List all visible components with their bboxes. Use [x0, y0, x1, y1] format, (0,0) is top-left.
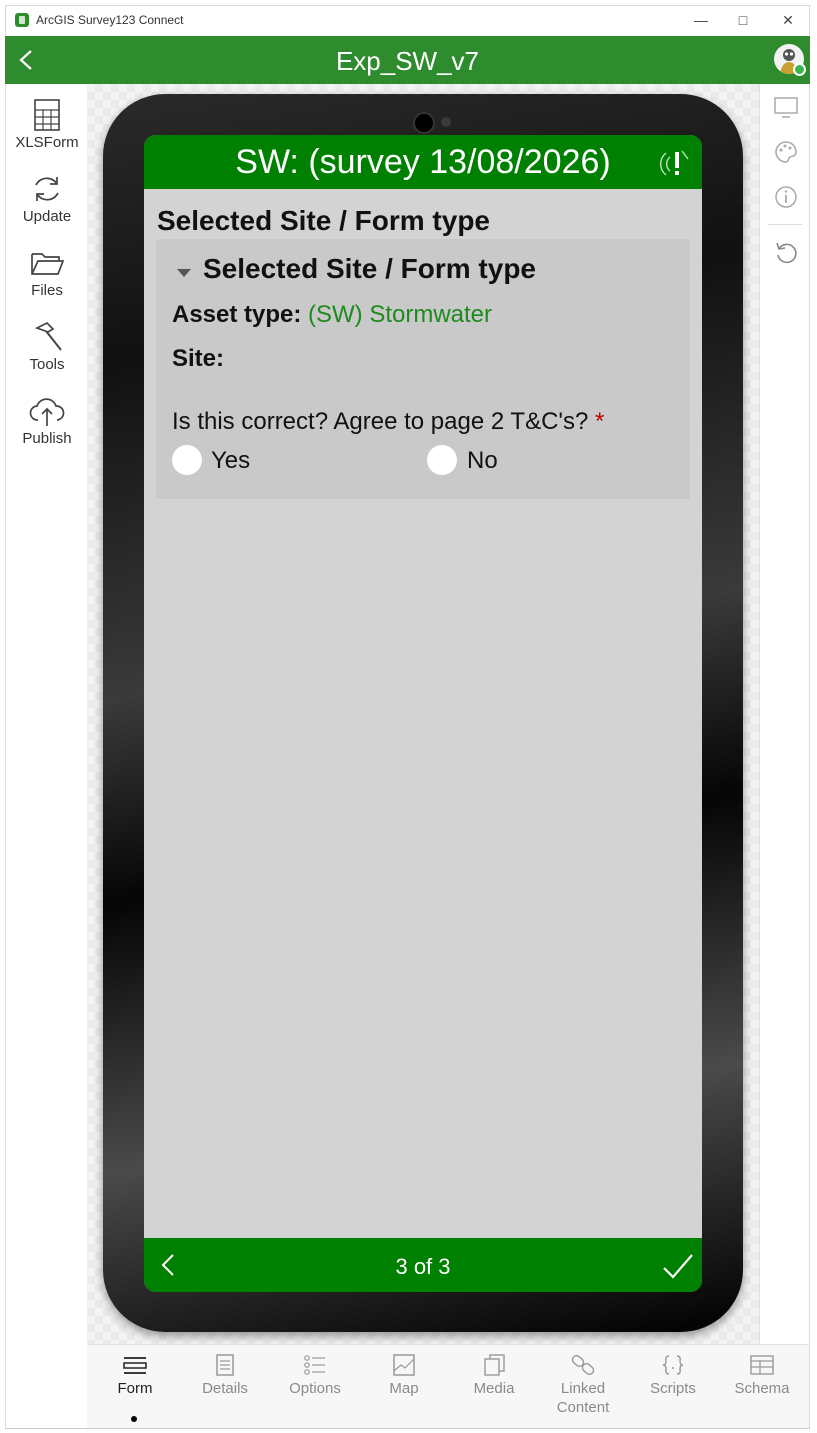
tab-options-label: Options: [289, 1380, 341, 1397]
radio-yes[interactable]: [172, 445, 202, 475]
radio-yes-label[interactable]: Yes: [211, 447, 250, 475]
bottom-tab-bar: Form Details Options Map Media Linked Co…: [87, 1344, 810, 1429]
tab-scripts-label: Scripts: [650, 1380, 696, 1397]
map-icon: [393, 1354, 415, 1376]
app-header: Exp_SW_v7: [5, 36, 810, 84]
tab-form[interactable]: Form: [90, 1353, 180, 1398]
asset-type-label: Asset type:: [172, 301, 302, 328]
monitor-icon[interactable]: [773, 94, 799, 120]
tab-linked-content-label: Linked Content: [556, 1380, 610, 1416]
survey123-app-icon: [15, 13, 29, 27]
xlsform-button[interactable]: XLSForm: [6, 98, 88, 151]
window-title: ArcGIS Survey123 Connect: [36, 13, 184, 27]
tools-button[interactable]: Tools: [6, 320, 88, 373]
agreement-question: Is this correct? Agree to page 2 T&C's? …: [172, 408, 604, 436]
tab-schema[interactable]: Schema: [717, 1353, 807, 1398]
group-title[interactable]: Selected Site / Form type: [203, 253, 536, 285]
site-label: Site:: [172, 345, 225, 372]
survey-header: SW: (survey 13/08/2026): [144, 135, 702, 189]
form-lines-icon: [123, 1357, 147, 1374]
survey-title: SW: (survey 13/08/2026): [235, 143, 611, 181]
hammer-icon: [34, 321, 62, 351]
tab-scripts[interactable]: Scripts: [628, 1353, 718, 1398]
tab-map[interactable]: Map: [359, 1353, 449, 1398]
publish-button[interactable]: Publish: [6, 394, 88, 447]
page-indicator: 3 of 3: [395, 1254, 451, 1279]
tools-label: Tools: [29, 356, 65, 373]
tab-map-label: Map: [389, 1380, 419, 1397]
phone-camera: [413, 112, 435, 134]
palette-icon[interactable]: [773, 139, 799, 165]
publish-label: Publish: [22, 430, 72, 447]
gps-warning-icon[interactable]: [658, 145, 694, 181]
update-button[interactable]: Update: [6, 172, 88, 225]
tab-details[interactable]: Details: [180, 1353, 270, 1398]
xlsform-label: XLSForm: [15, 134, 79, 151]
files-label: Files: [31, 282, 63, 299]
window-bottom-border: [5, 1428, 810, 1429]
tab-form-label: Form: [117, 1380, 153, 1397]
tab-schema-label: Schema: [734, 1380, 790, 1397]
tab-options[interactable]: Options: [270, 1353, 360, 1398]
window-titlebar: ArcGIS Survey123 Connect — □ ✕: [5, 5, 810, 35]
phone-sensor: [441, 117, 451, 127]
info-icon[interactable]: [773, 184, 799, 210]
left-toolbar: XLSForm Update Files Tools Publish: [5, 84, 87, 1429]
radio-no[interactable]: [427, 445, 457, 475]
minimize-button[interactable]: —: [686, 10, 716, 30]
question-group: Selected Site / Form type Asset type: (S…: [156, 239, 690, 499]
spreadsheet-icon: [34, 99, 60, 131]
survey-name-title: Exp_SW_v7: [335, 46, 480, 76]
maximize-button[interactable]: □: [728, 10, 758, 30]
document-icon: [216, 1354, 234, 1376]
radio-no-label[interactable]: No: [467, 447, 498, 475]
page-heading: Selected Site / Form type: [157, 205, 490, 236]
tab-media-label: Media: [473, 1380, 515, 1397]
required-marker: *: [595, 408, 605, 435]
tab-details-label: Details: [202, 1380, 248, 1397]
checkmark-submit-icon[interactable]: [662, 1252, 694, 1280]
toolbar-divider: [768, 224, 802, 225]
asset-type-value: (SW) Stormwater: [308, 301, 493, 328]
cloud-upload-icon: [29, 398, 65, 426]
phone-screen: SW: (survey 13/08/2026) Selected Site / …: [144, 135, 702, 1292]
table-grid-icon: [750, 1355, 774, 1375]
folder-open-icon: [31, 253, 65, 275]
reset-icon[interactable]: [773, 240, 799, 266]
files-button[interactable]: Files: [6, 246, 88, 299]
refresh-icon: [35, 177, 59, 201]
tab-linked-content[interactable]: Linked Content: [538, 1353, 628, 1417]
active-tab-indicator: [131, 1416, 137, 1422]
tab-media[interactable]: Media: [449, 1353, 539, 1398]
link-icon: [571, 1355, 595, 1375]
collapse-triangle-icon[interactable]: [176, 267, 192, 279]
online-status-dot: [793, 63, 806, 76]
survey-footer: 3 of 3: [144, 1238, 702, 1292]
curly-braces-icon: [662, 1355, 684, 1375]
media-copy-icon: [484, 1354, 505, 1376]
close-button[interactable]: ✕: [773, 10, 803, 30]
update-label: Update: [22, 208, 72, 225]
agreement-question-text: Is this correct? Agree to page 2 T&C's?: [172, 408, 589, 435]
right-toolbar: [759, 84, 810, 1344]
options-list-icon: [304, 1355, 325, 1375]
